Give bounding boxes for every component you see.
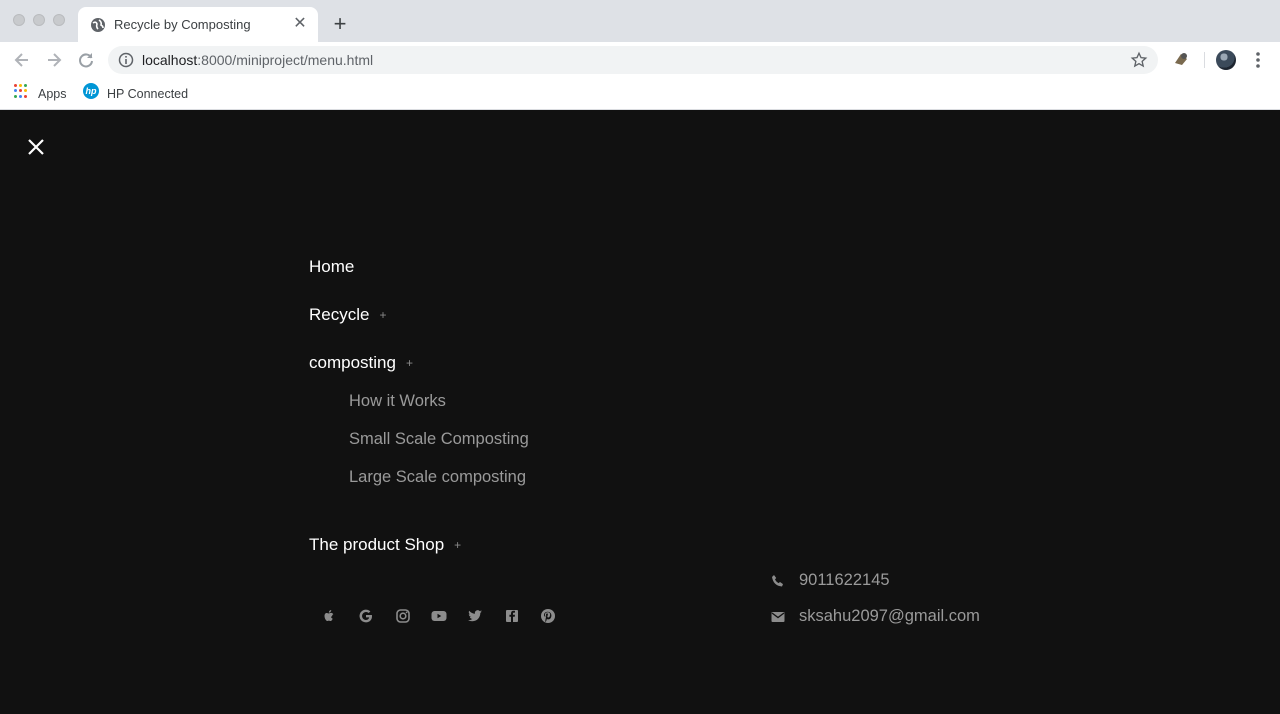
reload-icon[interactable]	[76, 50, 96, 70]
submenu-item-small-scale[interactable]: Small Scale Composting	[349, 430, 529, 449]
globe-icon	[91, 18, 105, 32]
google-icon[interactable]	[357, 607, 375, 625]
instagram-icon[interactable]	[394, 607, 412, 625]
window-close-dot[interactable]	[13, 14, 25, 26]
mail-icon	[771, 612, 785, 622]
url-host: localhost	[142, 52, 198, 68]
browser-tab-strip: Recycle by Composting ✕ +	[0, 0, 1280, 42]
bookmark-star-icon[interactable]	[1130, 51, 1148, 69]
address-bar[interactable]: localhost:8000/miniproject/menu.html	[108, 46, 1158, 74]
url-path: :8000/miniproject/menu.html	[197, 52, 374, 68]
window-zoom-dot[interactable]	[53, 14, 65, 26]
apple-icon[interactable]	[320, 607, 338, 625]
submenu-item-how-it-works[interactable]: How it Works	[349, 392, 446, 411]
bookmark-hp-connected[interactable]: HP Connected	[107, 84, 188, 104]
menu-item-label: Recycle	[309, 305, 370, 324]
submenu-item-large-scale[interactable]: Large Scale composting	[349, 468, 526, 487]
expand-plus-icon[interactable]: +	[454, 538, 461, 552]
back-arrow-icon[interactable]	[12, 50, 32, 70]
hp-logo-icon[interactable]: hp	[83, 83, 99, 99]
menu-item-home[interactable]: Home	[309, 257, 354, 277]
menu-item-composting[interactable]: composting +	[309, 353, 413, 373]
window-minimize-dot[interactable]	[33, 14, 45, 26]
facebook-icon[interactable]	[503, 607, 521, 625]
email-address[interactable]: sksahu2097@gmail.com	[799, 607, 980, 626]
pinterest-icon[interactable]	[539, 607, 557, 625]
browser-tab-active[interactable]: Recycle by Composting ✕	[78, 7, 318, 42]
menu-item-recycle[interactable]: Recycle +	[309, 305, 386, 325]
tab-title: Recycle by Composting	[114, 17, 251, 32]
close-menu-icon[interactable]	[26, 137, 46, 157]
site-info-icon[interactable]	[118, 52, 134, 68]
phone-number: 9011622145	[799, 571, 890, 589]
extension-icon[interactable]	[1172, 50, 1190, 68]
tab-close-icon[interactable]: ✕	[291, 15, 309, 33]
apps-grid-icon[interactable]	[14, 84, 28, 98]
menu-item-product-shop[interactable]: The product Shop +	[309, 535, 461, 555]
url-text: localhost:8000/miniproject/menu.html	[142, 52, 373, 68]
menu-item-label: Home	[309, 257, 355, 276]
expand-plus-icon[interactable]: +	[379, 308, 386, 322]
profile-avatar[interactable]	[1216, 50, 1236, 70]
menu-overlay: Home Recycle + composting + How it Works S…	[0, 110, 1280, 714]
phone-icon	[772, 575, 783, 587]
youtube-icon[interactable]	[430, 607, 448, 625]
menu-item-label: composting	[309, 353, 396, 372]
bookmarks-bar: Apps hp HP Connected	[0, 78, 1280, 110]
twitter-icon[interactable]	[466, 607, 484, 625]
toolbar-separator	[1204, 52, 1205, 68]
browser-toolbar: localhost:8000/miniproject/menu.html	[0, 42, 1280, 78]
expand-plus-icon[interactable]: +	[406, 356, 413, 370]
new-tab-button[interactable]: +	[328, 12, 352, 36]
forward-arrow-icon[interactable]	[44, 50, 64, 70]
more-menu-icon[interactable]	[1250, 50, 1266, 70]
bookmark-apps[interactable]: Apps	[38, 84, 67, 104]
menu-item-label: The product Shop	[309, 535, 445, 554]
